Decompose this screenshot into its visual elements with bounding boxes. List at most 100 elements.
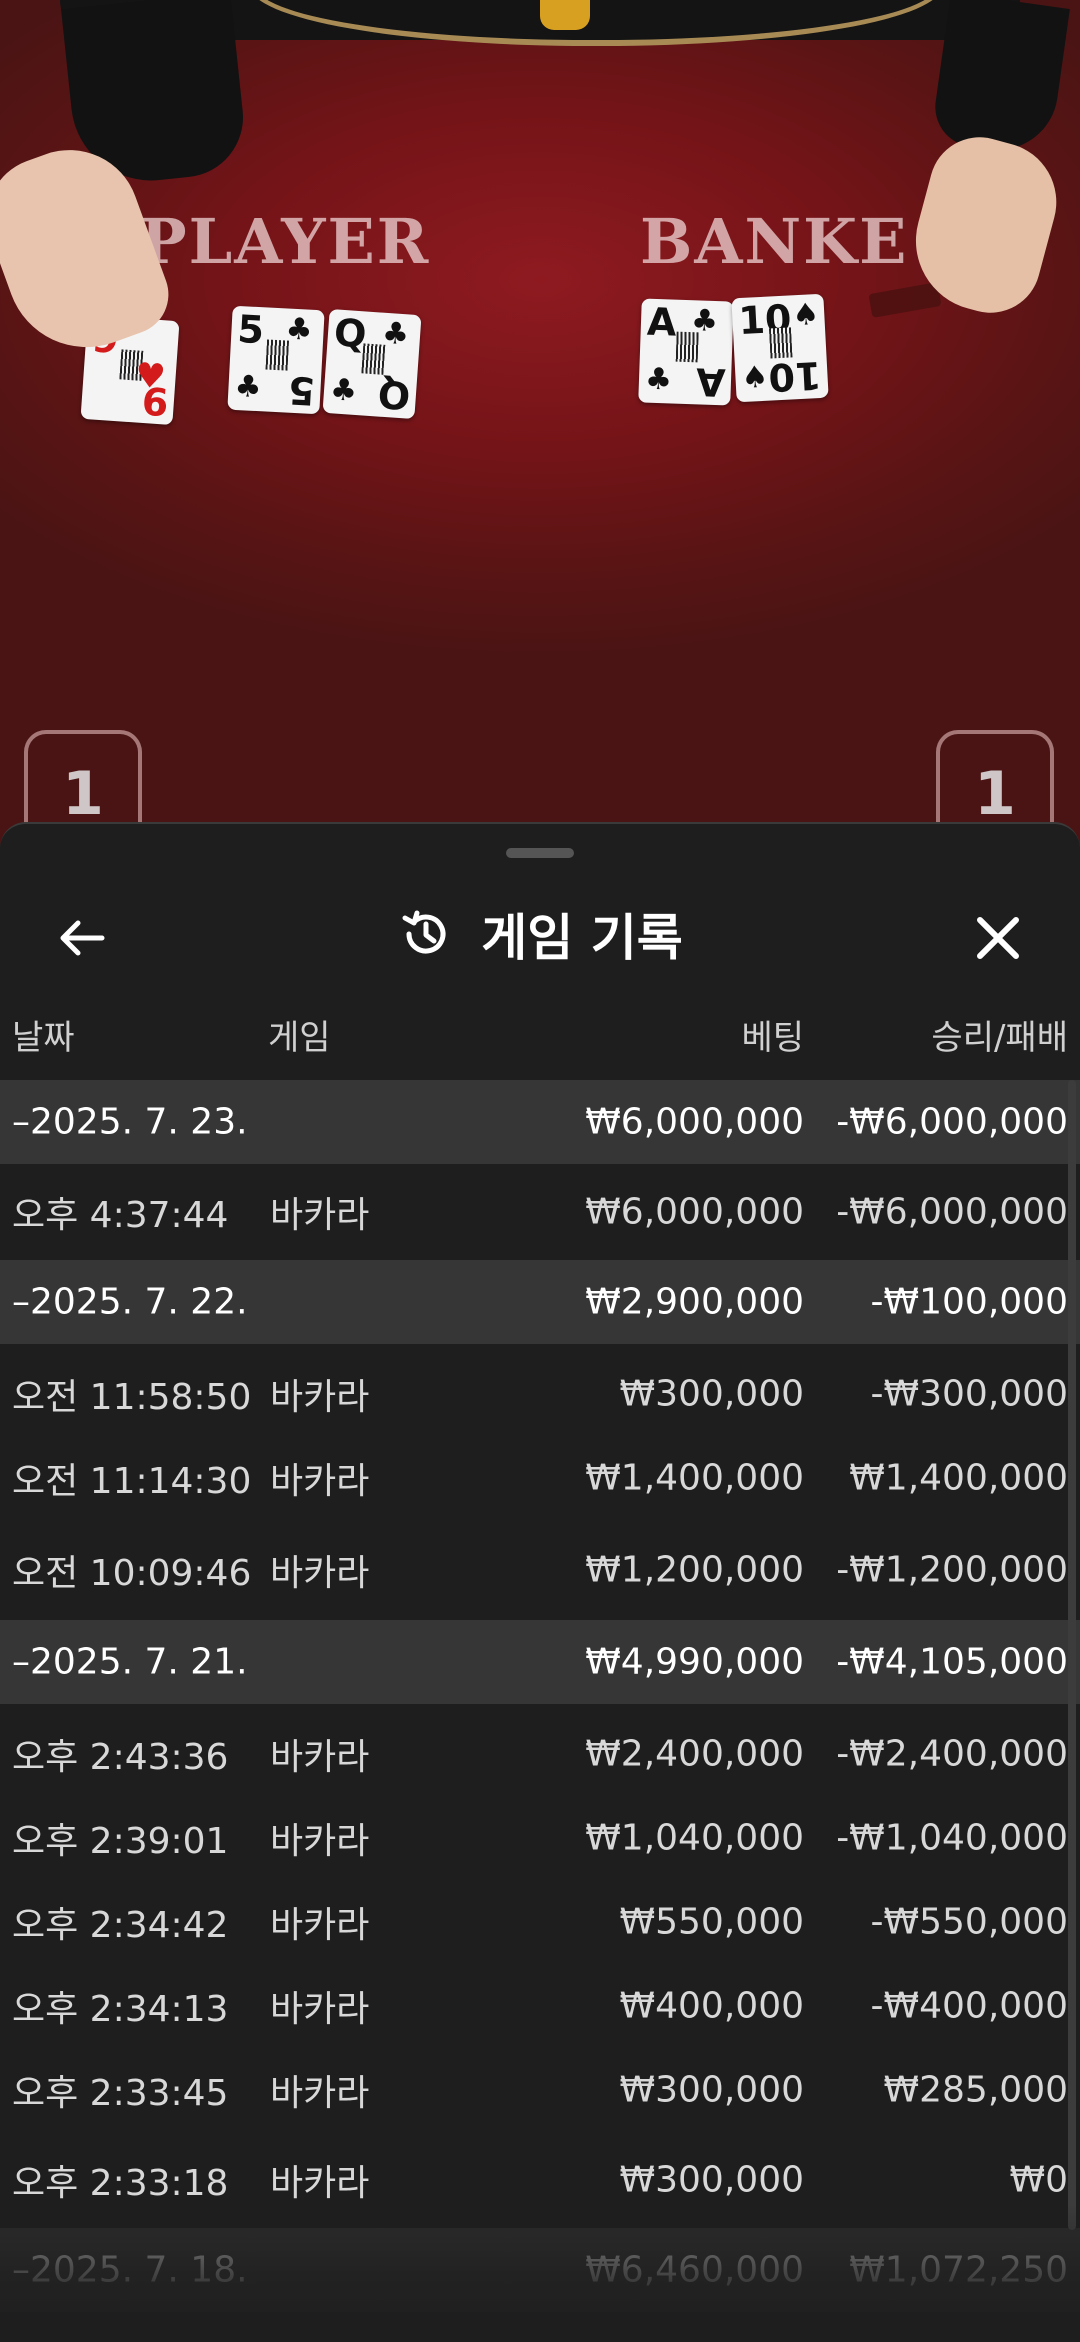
row-result: -₩2,400,000: [836, 1733, 1068, 1775]
history-icon: [402, 910, 446, 954]
row-bet: ₩300,000: [619, 2069, 804, 2111]
close-button[interactable]: [966, 906, 1030, 970]
row-game: 바카라: [270, 1821, 370, 1862]
club-suit-icon: ♣: [328, 372, 359, 409]
card-rank: A: [646, 299, 678, 345]
row-bet: ₩1,200,000: [585, 1549, 804, 1591]
history-row[interactable]: 오후 2:34:42 바카라 ₩550,000 -₩550,000: [0, 1880, 1080, 1964]
column-header-date: 날짜: [12, 1018, 75, 1058]
date-group-row[interactable]: –2025. 7. 18. ₩6,460,000 ₩1,072,250: [0, 2228, 1080, 2312]
group-bet-total: ₩6,000,000: [585, 1101, 804, 1143]
row-bet: ₩400,000: [619, 1985, 804, 2027]
column-header-result: 승리/패배: [931, 1018, 1068, 1058]
row-game: 바카라: [270, 1461, 370, 1502]
history-row[interactable]: 오전 11:58:50 바카라 ₩300,000 -₩300,000: [0, 1352, 1080, 1436]
column-header-bet: 베팅: [741, 1018, 804, 1058]
row-result: -₩300,000: [870, 1373, 1068, 1415]
dealer-right-sleeve: [930, 0, 1070, 158]
sheet-header: 게임 기록: [0, 884, 1080, 984]
row-game: 바카라: [270, 1553, 370, 1594]
row-result: ₩0: [1009, 2159, 1069, 2201]
row-result: -₩400,000: [870, 1985, 1068, 2027]
row-time: 오후 2:39:01: [12, 1821, 229, 1862]
card-rank: 5: [236, 306, 266, 353]
row-bet: ₩2,400,000: [585, 1733, 804, 1775]
row-bet: ₩1,040,000: [585, 1817, 804, 1859]
row-result: -₩1,200,000: [836, 1549, 1068, 1591]
group-bet-total: ₩4,990,000: [585, 1641, 804, 1683]
sheet-title: 게임 기록: [481, 909, 683, 967]
row-time: 오후 2:43:36: [12, 1737, 229, 1778]
row-bet: ₩1,400,000: [585, 1457, 804, 1499]
game-history-sheet: 게임 기록 날짜 게임 베팅 승리/패배 –2025. 7. 23. ₩6,00…: [0, 822, 1080, 2342]
player-card-3: Q ♣ Q ♣: [322, 308, 422, 420]
history-row[interactable]: 오후 2:34:13 바카라 ₩400,000 -₩400,000: [0, 1964, 1080, 2048]
barcode-icon: [265, 339, 290, 371]
row-bet: ₩6,000,000: [585, 1191, 804, 1233]
heart-suit-icon: ♥: [133, 355, 167, 398]
row-time: 오후 2:33:45: [12, 2073, 229, 2114]
player-card-2: 5 ♣ 5 ♣: [227, 305, 325, 415]
history-list[interactable]: –2025. 7. 23. ₩6,000,000 -₩6,000,000 오후 …: [0, 1080, 1080, 2312]
history-row[interactable]: 오후 2:39:01 바카라 ₩1,040,000 -₩1,040,000: [0, 1796, 1080, 1880]
history-row[interactable]: 오후 4:37:44 바카라 ₩6,000,000 -₩6,000,000: [0, 1164, 1080, 1260]
row-time: 오후 2:34:13: [12, 1989, 229, 2030]
row-game: 바카라: [270, 1195, 370, 1236]
barcode-icon: [675, 331, 699, 363]
club-suit-icon: ♣: [644, 361, 673, 398]
history-row[interactable]: 오후 2:43:36 바카라 ₩2,400,000 -₩2,400,000: [0, 1712, 1080, 1796]
club-suit-icon: ♣: [380, 315, 411, 353]
row-time: 오전 11:58:50: [12, 1377, 252, 1418]
live-table-video: PLAYER BANKE 9 9 ♥ 5 ♣ 5 ♣ Q ♣ Q ♣ A ♣ A…: [0, 0, 1080, 900]
group-bet-total: ₩2,900,000: [585, 1281, 804, 1323]
row-time: 오후 2:33:18: [12, 2163, 229, 2204]
row-result: -₩6,000,000: [836, 1191, 1068, 1233]
group-result-total: -₩4,105,000: [836, 1641, 1068, 1683]
date-group-row[interactable]: –2025. 7. 21. ₩4,990,000 -₩4,105,000: [0, 1620, 1080, 1704]
column-header-game: 게임: [268, 1018, 331, 1058]
history-row[interactable]: 오후 2:33:45 바카라 ₩300,000 ₩285,000: [0, 2048, 1080, 2132]
club-suit-icon: ♣: [233, 368, 263, 406]
card-rank: 5: [286, 367, 316, 414]
sheet-title-wrap: 게임 기록: [0, 894, 1080, 974]
spade-suit-icon: ♠: [791, 296, 821, 334]
card-rank: 10: [767, 352, 823, 400]
spade-suit-icon: ♠: [740, 359, 770, 397]
card-rank: Q: [376, 371, 412, 418]
row-bet: ₩300,000: [619, 1373, 804, 1415]
club-suit-icon: ♣: [284, 311, 314, 348]
group-result-total: ₩1,072,250: [849, 2249, 1068, 2291]
history-row[interactable]: 오전 11:14:30 바카라 ₩1,400,000 ₩1,400,000: [0, 1436, 1080, 1520]
row-bet: ₩550,000: [619, 1901, 804, 1943]
row-game: 바카라: [270, 2163, 370, 2204]
list-scrollbar[interactable]: [1068, 1080, 1076, 2230]
group-bet-total: ₩6,460,000: [585, 2249, 804, 2291]
row-game: 바카라: [270, 1905, 370, 1946]
group-date: –2025. 7. 23.: [12, 1101, 248, 1143]
date-group-row[interactable]: –2025. 7. 23. ₩6,000,000 -₩6,000,000: [0, 1080, 1080, 1164]
group-date: –2025. 7. 18.: [12, 2249, 248, 2291]
barcode-icon: [361, 343, 386, 375]
row-time: 오후 2:34:42: [12, 1905, 229, 1946]
row-result: ₩285,000: [883, 2069, 1068, 2111]
history-row[interactable]: 오전 10:09:46 바카라 ₩1,200,000 -₩1,200,000: [0, 1520, 1080, 1620]
row-game: 바카라: [270, 1377, 370, 1418]
row-bet: ₩300,000: [619, 2159, 804, 2201]
close-icon: [977, 917, 1019, 959]
column-headers: 날짜 게임 베팅 승리/패배: [0, 1000, 1080, 1060]
banker-area-label: BANKE: [640, 205, 909, 278]
row-result: -₩1,040,000: [836, 1817, 1068, 1859]
banker-card-1: A ♣ A ♣: [638, 298, 734, 406]
banker-card-2: 10 ♠ 10 ♠: [731, 293, 829, 403]
row-game: 바카라: [270, 2073, 370, 2114]
sheet-drag-handle[interactable]: [506, 848, 574, 858]
row-game: 바카라: [270, 1737, 370, 1778]
card-shoe-tab: [868, 282, 942, 318]
row-game: 바카라: [270, 1989, 370, 2030]
row-result: -₩550,000: [870, 1901, 1068, 1943]
date-group-row[interactable]: –2025. 7. 22. ₩2,900,000 -₩100,000: [0, 1260, 1080, 1344]
group-date: –2025. 7. 22.: [12, 1281, 248, 1323]
group-result-total: -₩6,000,000: [836, 1101, 1068, 1143]
history-row[interactable]: 오후 2:33:18 바카라 ₩300,000 ₩0: [0, 2132, 1080, 2228]
player-area-label: PLAYER: [140, 205, 431, 278]
